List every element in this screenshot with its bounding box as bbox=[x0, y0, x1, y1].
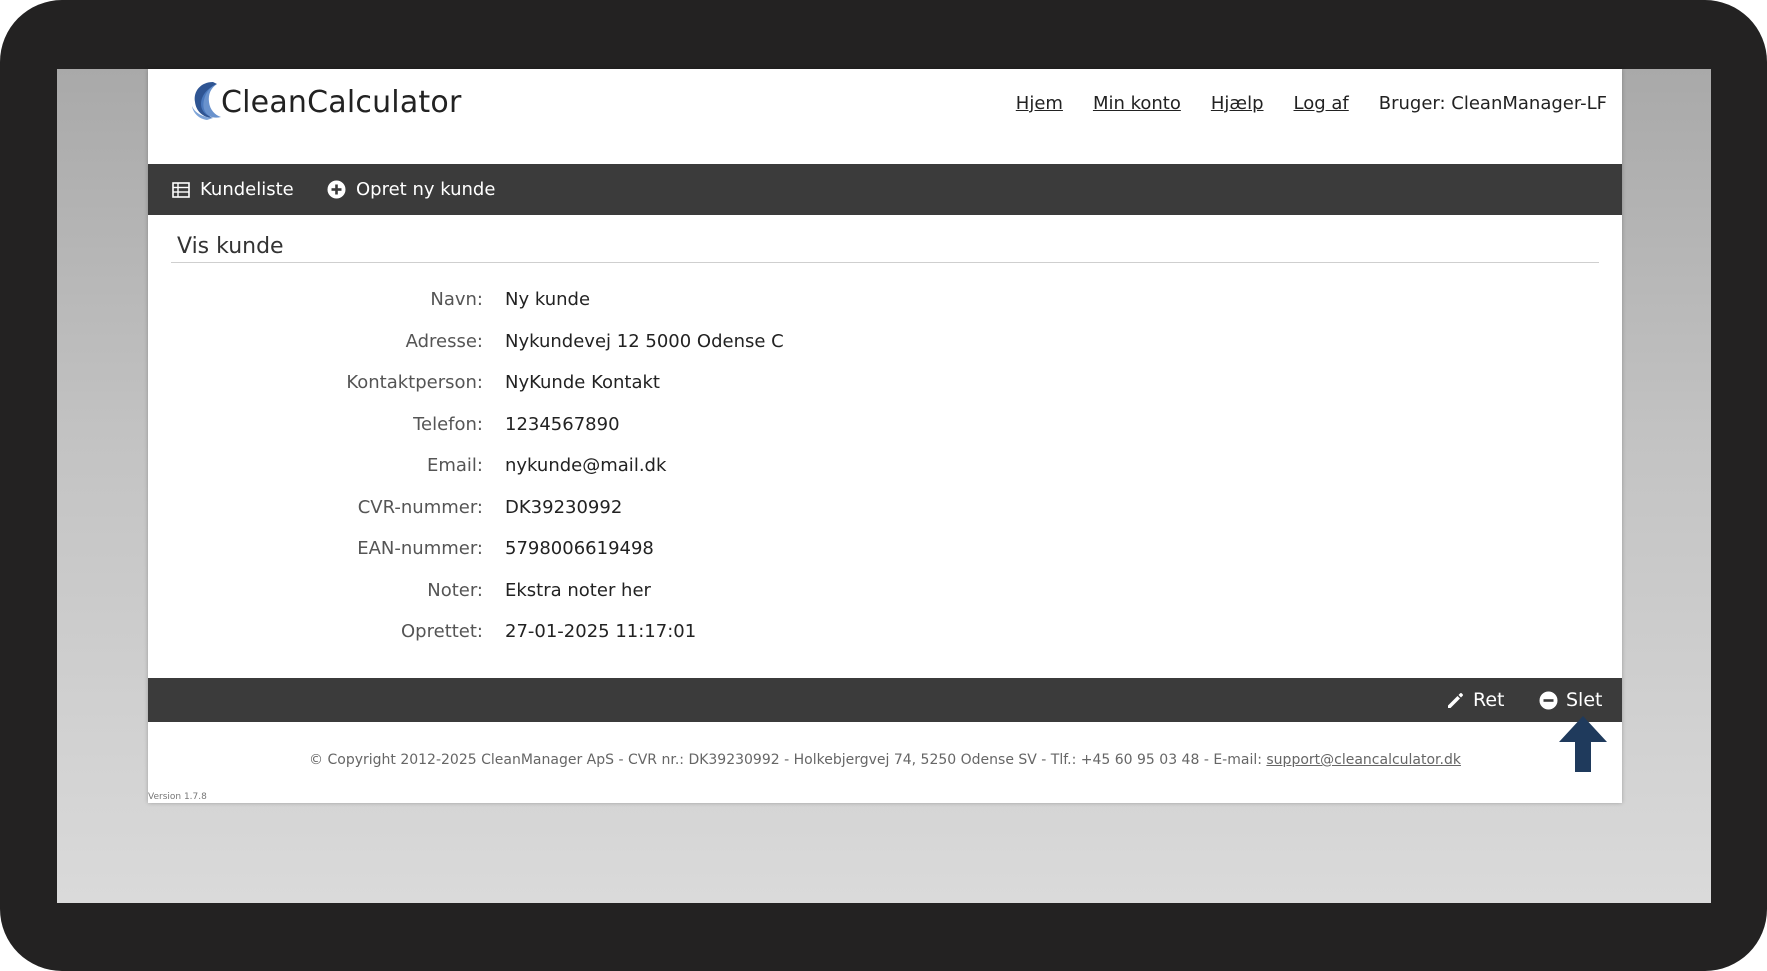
detail-label: CVR-nummer: bbox=[357, 496, 483, 518]
detail-row-contact: Kontaktperson: NyKunde Kontakt bbox=[148, 372, 1622, 414]
create-customer-button[interactable]: Opret ny kunde bbox=[327, 164, 495, 215]
footer-copyright: © Copyright 2012-2025 CleanManager ApS -… bbox=[309, 752, 1267, 768]
detail-value: Ekstra noter her bbox=[505, 579, 651, 601]
main-toolbar: Kundeliste Opret ny kunde bbox=[148, 164, 1622, 215]
detail-label: Navn: bbox=[430, 289, 483, 310]
detail-value: Nykundevej 12 5000 Odense C bbox=[505, 330, 784, 352]
customer-details: Navn: Ny kunde Adresse: Nykundevej 12 50… bbox=[148, 289, 1622, 663]
plus-circle-icon bbox=[327, 180, 346, 199]
detail-row-ean: EAN-nummer: 5798006619498 bbox=[148, 538, 1622, 580]
detail-value: 1234567890 bbox=[505, 413, 620, 435]
detail-value: DK39230992 bbox=[505, 496, 623, 518]
version-label: Version 1.7.8 bbox=[148, 792, 207, 802]
customer-list-button[interactable]: Kundeliste bbox=[172, 164, 294, 215]
detail-row-name: Navn: Ny kunde bbox=[148, 289, 1622, 331]
support-email-link[interactable]: support@cleancalculator.dk bbox=[1266, 752, 1461, 768]
detail-value: Ny kunde bbox=[505, 289, 591, 310]
footer: © Copyright 2012-2025 CleanManager ApS -… bbox=[148, 752, 1622, 768]
action-bar: Ret Slet bbox=[148, 678, 1622, 722]
nav-link-help[interactable]: Hjælp bbox=[1211, 93, 1264, 114]
current-user: Bruger: CleanManager-LF bbox=[1378, 93, 1607, 114]
detail-value: 27-01-2025 11:17:01 bbox=[505, 621, 697, 642]
brand-name[interactable]: CleanCalculator bbox=[221, 85, 461, 120]
detail-label: EAN-nummer: bbox=[357, 538, 483, 559]
header: CleanCalculator Hjem Min konto Hjælp Log… bbox=[148, 69, 1622, 164]
detail-row-address: Adresse: Nykundevej 12 5000 Odense C bbox=[148, 331, 1622, 373]
detail-value: nykunde@mail.dk bbox=[505, 455, 667, 476]
create-customer-label: Opret ny kunde bbox=[356, 179, 496, 200]
device-frame: CleanCalculator Hjem Min konto Hjælp Log… bbox=[0, 0, 1767, 971]
title-divider bbox=[171, 262, 1599, 263]
detail-row-created: Oprettet: 27-01-2025 11:17:01 bbox=[148, 621, 1622, 663]
nav-link-account[interactable]: Min konto bbox=[1093, 93, 1181, 114]
detail-row-cvr: CVR-nummer: DK39230992 bbox=[148, 497, 1622, 539]
nav-link-home[interactable]: Hjem bbox=[1016, 93, 1063, 114]
app-page: CleanCalculator Hjem Min konto Hjælp Log… bbox=[148, 69, 1622, 803]
detail-label: Adresse: bbox=[405, 330, 483, 352]
customer-list-label: Kundeliste bbox=[200, 179, 294, 200]
minus-circle-icon bbox=[1539, 691, 1558, 709]
detail-label: Telefon: bbox=[413, 413, 483, 435]
table-icon bbox=[172, 181, 190, 198]
delete-label: Slet bbox=[1566, 689, 1603, 711]
edit-button[interactable]: Ret bbox=[1446, 678, 1505, 722]
page-title: Vis kunde bbox=[177, 234, 284, 259]
screen: CleanCalculator Hjem Min konto Hjælp Log… bbox=[57, 69, 1711, 903]
detail-label: Email: bbox=[426, 455, 483, 476]
detail-row-notes: Noter: Ekstra noter her bbox=[148, 580, 1622, 622]
top-navigation: Hjem Min konto Hjælp Log af Bruger: Clea… bbox=[1016, 93, 1607, 114]
arrow-up-icon bbox=[1559, 716, 1607, 772]
detail-label: Kontaktperson: bbox=[346, 372, 483, 393]
edit-label: Ret bbox=[1473, 689, 1505, 711]
pencil-icon bbox=[1448, 692, 1463, 708]
detail-value: 5798006619498 bbox=[505, 538, 654, 559]
detail-label: Noter: bbox=[427, 579, 483, 601]
nav-link-logout[interactable]: Log af bbox=[1294, 93, 1349, 114]
detail-label: Oprettet: bbox=[401, 621, 483, 642]
detail-value: NyKunde Kontakt bbox=[505, 372, 660, 393]
detail-row-phone: Telefon: 1234567890 bbox=[148, 414, 1622, 456]
detail-row-email: Email: nykunde@mail.dk bbox=[148, 455, 1622, 497]
